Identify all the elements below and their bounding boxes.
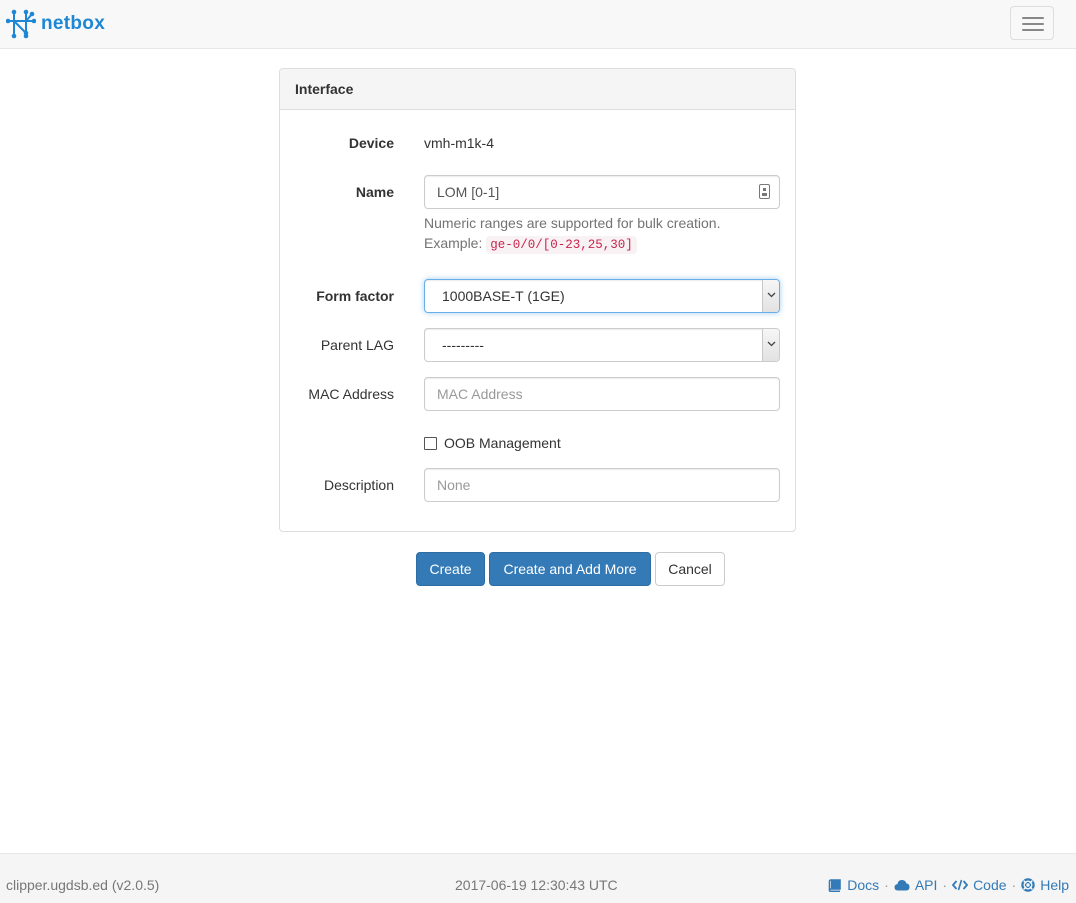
chevron-down-icon[interactable] (762, 280, 779, 312)
footer-separator: · (942, 877, 948, 893)
name-input[interactable]: LOM [0-1] (424, 175, 780, 209)
footer-separator: · (884, 877, 889, 893)
description-placeholder: None (437, 477, 471, 493)
name-help-line: Numeric ranges are supported for bulk cr… (424, 215, 721, 231)
life-ring-icon (1021, 878, 1035, 892)
api-link[interactable]: API (894, 877, 938, 893)
panel-title: Interface (280, 69, 795, 110)
parent-lag-label: Parent LAG (320, 337, 394, 353)
oob-management-checkbox[interactable] (424, 437, 437, 450)
oob-management-label[interactable]: OOB Management (444, 435, 561, 451)
form-factor-label: Form factor (316, 288, 394, 304)
form-factor-select[interactable]: 1000BASE-T (1GE) (424, 279, 780, 313)
description-input[interactable]: None (424, 468, 780, 502)
chevron-down-icon[interactable] (762, 329, 779, 361)
hamburger-line-icon (1022, 29, 1044, 31)
mac-address-label: MAC Address (308, 386, 394, 402)
description-label: Description (323, 477, 394, 493)
book-icon (828, 878, 842, 892)
netbox-logo-icon (6, 9, 36, 39)
cloud-icon (894, 880, 910, 891)
footer-hostname: clipper.ugdsb.ed (v2.0.5) (6, 877, 160, 893)
name-help-example-code: ge-0/0/[0-23,25,30] (486, 236, 637, 254)
device-value: vmh-m1k-4 (424, 135, 495, 151)
hamburger-line-icon (1022, 23, 1044, 25)
code-link[interactable]: Code (952, 877, 1007, 893)
api-link-label: API (914, 877, 938, 893)
mac-address-placeholder: MAC Address (437, 386, 523, 402)
menu-toggle-button[interactable] (1010, 6, 1054, 40)
footer: clipper.ugdsb.ed (v2.0.5) 2017-06-19 12:… (0, 853, 1076, 903)
form-factor-selected-value: 1000BASE-T (1GE) (442, 288, 565, 304)
name-help-text: Numeric ranges are supported for bulk cr… (424, 213, 720, 255)
cancel-button[interactable]: Cancel (655, 552, 725, 586)
oob-management-field[interactable]: OOB Management (424, 435, 561, 451)
footer-timestamp: 2017-06-19 12:30:43 UTC (455, 877, 618, 893)
device-label: Device (348, 135, 394, 151)
parent-lag-select[interactable]: --------- (424, 328, 780, 362)
create-button[interactable]: Create (416, 552, 485, 586)
docs-link-label: Docs (847, 877, 880, 893)
help-link-label: Help (1040, 877, 1069, 893)
code-link-label: Code (973, 877, 1007, 893)
navbar: netbox (0, 0, 1076, 49)
docs-link[interactable]: Docs (828, 877, 879, 893)
brand-name: netbox (41, 12, 106, 34)
code-icon (952, 879, 969, 891)
create-and-add-more-button[interactable]: Create and Add More (489, 552, 651, 586)
mac-address-input[interactable]: MAC Address (424, 377, 780, 411)
interface-panel: Interface Device vmh-m1k-4 Name LOM [0-1… (279, 68, 796, 532)
parent-lag-selected-value: --------- (442, 337, 484, 353)
help-link[interactable]: Help (1021, 877, 1069, 893)
name-help-example-label: Example: (424, 235, 483, 251)
hamburger-line-icon (1022, 17, 1044, 19)
autofill-key-icon[interactable] (759, 184, 770, 199)
footer-links: Docs · API · Code · Help (828, 877, 1069, 893)
brand-logo[interactable]: netbox (6, 9, 105, 39)
name-help-example: Example: ge-0/0/[0-23,25,30] (424, 233, 720, 255)
name-input-value: LOM [0-1] (437, 184, 500, 200)
name-label: Name (355, 184, 394, 200)
footer-separator: · (1011, 877, 1017, 893)
